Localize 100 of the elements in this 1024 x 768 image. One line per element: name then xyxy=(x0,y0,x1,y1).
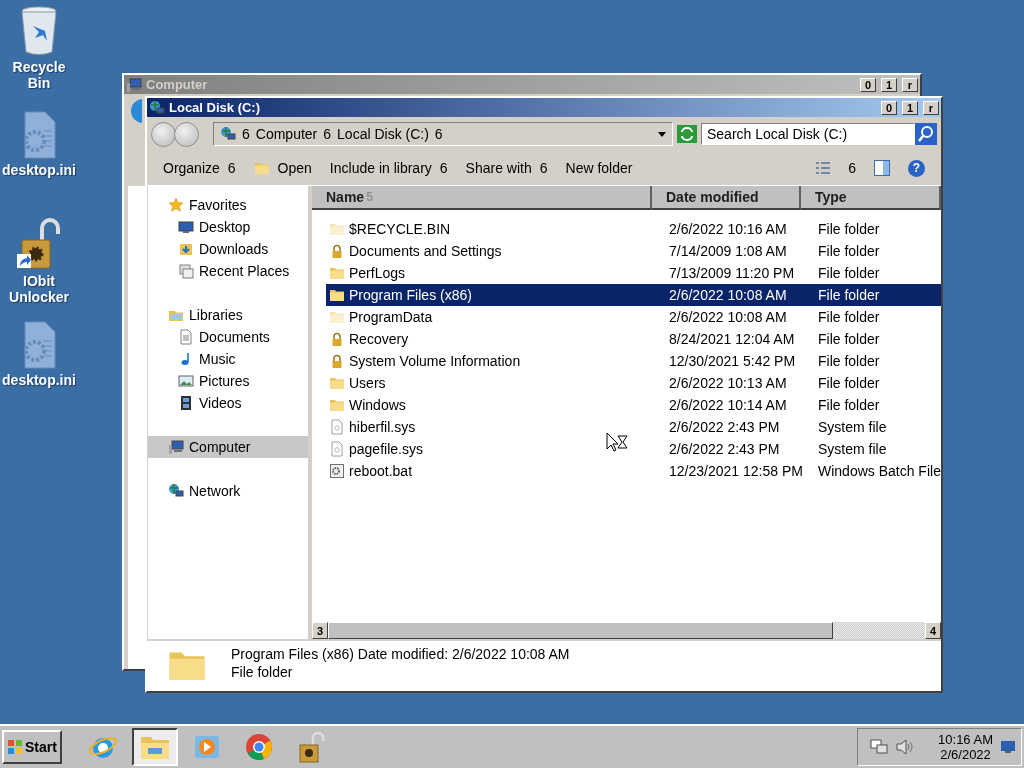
breadcrumb[interactable]: 6 xyxy=(242,126,250,142)
date-cell-text: 7/14/2009 1:08 AM xyxy=(668,242,788,261)
file-row[interactable]: System Volume Information 12/30/2021 5:42 PM File folder xyxy=(326,350,941,372)
file-row[interactable]: reboot.bat 12/23/2021 12:58 PM Windows Batch File xyxy=(326,460,941,482)
toolbar-button[interactable]: Open xyxy=(253,160,312,176)
breadcrumb[interactable]: 6 xyxy=(434,126,443,142)
date-cell-text: 12/23/2021 12:58 PM xyxy=(668,462,804,481)
file-row[interactable]: hiberfil.sys 2/6/2022 2:43 PM System file xyxy=(326,416,941,438)
file-row[interactable]: Program Files (x86) 2/6/2022 10:08 AM File folder xyxy=(326,284,941,306)
computer-icon xyxy=(168,439,184,455)
sidebar-item[interactable]: Favorites xyxy=(148,194,308,216)
padlock-shortcut-icon xyxy=(16,216,62,270)
download-folder-icon xyxy=(178,241,194,257)
caption-button[interactable]: 0 xyxy=(881,100,897,115)
scroll-right-button[interactable]: 4 xyxy=(925,622,941,639)
column-header[interactable]: Type xyxy=(801,186,941,210)
sidebar-item[interactable]: Network xyxy=(148,480,308,502)
file-row[interactable]: ProgramData 2/6/2022 10:08 AM File folder xyxy=(326,306,941,328)
file-name: ProgramData xyxy=(349,309,433,325)
caret-icon xyxy=(658,131,666,137)
file-row[interactable]: pagefile.sys 2/6/2022 2:43 PM System file xyxy=(326,438,941,460)
caption-button[interactable]: 1 xyxy=(902,100,918,115)
forward-button[interactable] xyxy=(174,121,199,147)
date-cell-text: 2/6/2022 2:43 PM xyxy=(668,418,781,437)
file-row[interactable]: Users 2/6/2022 10:13 AM File folder xyxy=(326,372,941,394)
speaker-icon[interactable] xyxy=(896,739,915,755)
address-bar[interactable]: 6 Computer 6 Local Disk (C:) 6 xyxy=(213,122,673,146)
recycle-bin-icon xyxy=(21,6,57,56)
file-name: Documents and Settings xyxy=(349,243,502,259)
sidebar-item[interactable]: Libraries xyxy=(148,304,308,326)
refresh-icon[interactable] xyxy=(677,125,697,143)
help-button[interactable]: ? xyxy=(908,159,925,177)
file-row[interactable]: Recovery 8/24/2021 12:04 AM File folder xyxy=(326,328,941,350)
file-icon xyxy=(329,419,345,435)
scroll-thumb[interactable] xyxy=(328,622,833,639)
type-cell-text: Windows Batch File xyxy=(817,462,941,481)
toolbar-button[interactable]: Organize 6 xyxy=(163,160,236,176)
type-cell-text: File folder xyxy=(817,286,881,305)
picture-icon xyxy=(178,373,194,389)
sidebar-item[interactable]: Documents xyxy=(148,326,308,348)
sidebar-item[interactable]: Videos xyxy=(148,392,308,414)
window-title: Local Disk (C:) xyxy=(169,100,261,115)
file-name: System Volume Information xyxy=(349,353,521,369)
toolbar-button[interactable]: Share with 6 xyxy=(465,160,548,176)
back-button[interactable] xyxy=(151,121,176,147)
view-menu-button[interactable]: 6 xyxy=(848,160,856,176)
network-icon xyxy=(168,483,184,499)
folder-icon xyxy=(329,265,345,281)
view-list-icon[interactable] xyxy=(816,162,831,174)
sidebar-item[interactable]: Recent Places xyxy=(148,260,308,282)
type-cell-text: File folder xyxy=(817,374,881,393)
sidebar-item[interactable]: Downloads xyxy=(148,238,308,260)
breadcrumb[interactable]: Local Disk (C:) xyxy=(337,126,429,142)
sidebar-item[interactable]: Pictures xyxy=(148,370,308,392)
caption-button[interactable]: 0 xyxy=(860,77,876,92)
file-row[interactable]: PerfLogs 7/13/2009 11:20 PM File folder xyxy=(326,262,941,284)
caption-button[interactable]: r xyxy=(902,77,918,92)
caption-button[interactable]: r xyxy=(923,100,939,115)
file-row[interactable]: Documents and Settings 7/14/2009 1:08 AM File folder xyxy=(326,240,941,262)
file-name: reboot.bat xyxy=(349,463,413,479)
start-button[interactable]: Start xyxy=(2,730,62,764)
file-icon xyxy=(329,441,345,457)
desktop-icon-label[interactable]: desktop.ini xyxy=(0,372,78,388)
file-row[interactable]: $RECYCLE.BIN 2/6/2022 10:16 AM File folder xyxy=(326,218,941,240)
breadcrumb[interactable]: Computer xyxy=(255,126,318,142)
file-name: pagefile.sys xyxy=(349,441,423,457)
back-arrow-icon xyxy=(128,98,142,124)
date-cell-text: 2/6/2022 10:14 AM xyxy=(668,396,788,415)
show-desktop-icon[interactable] xyxy=(1001,741,1015,753)
desktop-icon-label[interactable]: desktop.ini xyxy=(0,162,78,178)
folder-icon xyxy=(329,221,345,237)
sidebar-item[interactable]: Music xyxy=(148,348,308,370)
desktop-icon-label[interactable]: IObit Unlocker xyxy=(0,273,78,305)
search-field[interactable]: Search Local Disk (C:) xyxy=(701,123,915,145)
date-cell-text: 2/6/2022 10:08 AM xyxy=(668,308,788,327)
file-row[interactable]: Windows 2/6/2022 10:14 AM File folder xyxy=(326,394,941,416)
taskbar-app-button[interactable] xyxy=(131,728,178,766)
breadcrumb[interactable]: 6 xyxy=(323,126,332,142)
type-cell-text: File folder xyxy=(817,220,881,239)
folder-icon xyxy=(329,309,345,325)
type-cell-text: File folder xyxy=(817,242,881,261)
clock[interactable]: 10:16 AM 2/6/2022 xyxy=(938,732,993,762)
network-icon[interactable] xyxy=(870,739,889,755)
folder-icon xyxy=(329,287,345,303)
type-cell-text: System file xyxy=(817,418,888,437)
search-icon[interactable] xyxy=(915,123,937,145)
type-cell-text: File folder xyxy=(817,330,881,349)
preview-pane-icon[interactable] xyxy=(874,160,890,176)
sidebar-item[interactable]: Computer xyxy=(148,436,308,458)
details-text: File folder xyxy=(231,664,294,680)
caption-button[interactable]: 1 xyxy=(881,77,897,92)
desktop-icon-label[interactable]: Recycle Bin xyxy=(0,59,78,91)
toolbar-button[interactable]: New folder xyxy=(565,160,633,176)
date-cell-text: 2/6/2022 10:08 AM xyxy=(668,286,788,305)
scroll-left-button[interactable]: 3 xyxy=(312,622,328,639)
star-icon xyxy=(168,197,184,213)
sidebar-item[interactable]: Desktop xyxy=(148,216,308,238)
column-header[interactable]: Date modified xyxy=(652,186,801,210)
date-cell-text: 12/30/2021 5:42 PM xyxy=(668,352,797,371)
toolbar-button[interactable]: Include in library 6 xyxy=(329,160,448,176)
